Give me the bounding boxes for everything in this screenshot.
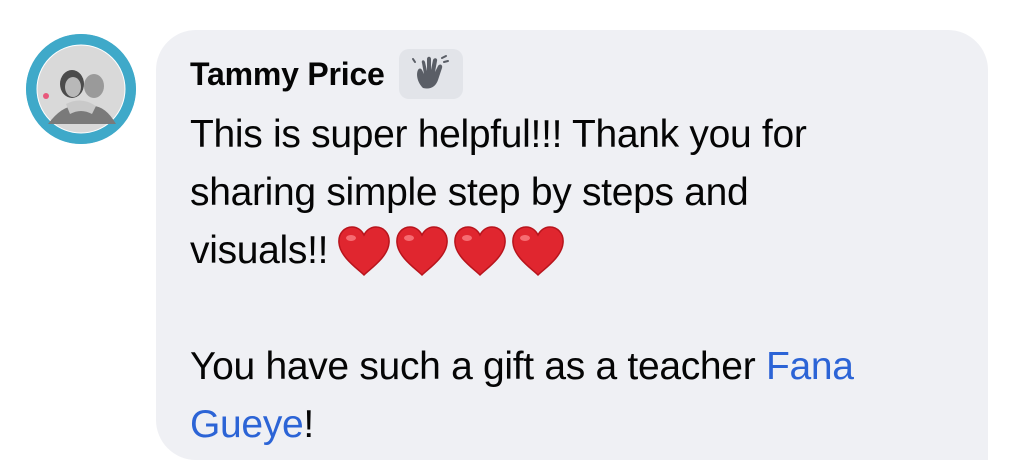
comment-bubble: Tammy Price This is super helpful!!! Tha… xyxy=(156,30,988,460)
comment-line: visuals!! xyxy=(190,222,954,280)
hearts-emoji-group xyxy=(336,225,568,277)
wave-badge[interactable] xyxy=(398,49,463,99)
red-heart-icon xyxy=(396,225,448,276)
comment-text: This is super helpful!!! Thank you for s… xyxy=(190,106,954,454)
red-heart-icon xyxy=(512,225,564,276)
red-heart-icon xyxy=(454,225,506,276)
comment-header: Tammy Price xyxy=(190,49,954,99)
avatar-photo xyxy=(26,34,136,144)
comment-line: sharing simple step by steps and xyxy=(190,171,749,214)
author-name[interactable]: Tammy Price xyxy=(190,56,385,93)
comment-suffix: ! xyxy=(303,403,314,446)
red-heart-icon xyxy=(338,225,390,276)
avatar[interactable] xyxy=(26,34,136,144)
comment-line: This is super helpful!!! Thank you for xyxy=(190,113,807,156)
comment-line-text: visuals!! xyxy=(190,229,329,272)
comment-line-text: You have such a gift as a teacher xyxy=(190,345,766,388)
mention-link[interactable]: Fana xyxy=(766,345,854,388)
comment-line: Gueye! xyxy=(190,396,954,454)
mention-link[interactable]: Gueye xyxy=(190,403,304,446)
comment-line: You have such a gift as a teacher Fana xyxy=(190,338,954,396)
wave-hand-icon xyxy=(411,55,449,89)
